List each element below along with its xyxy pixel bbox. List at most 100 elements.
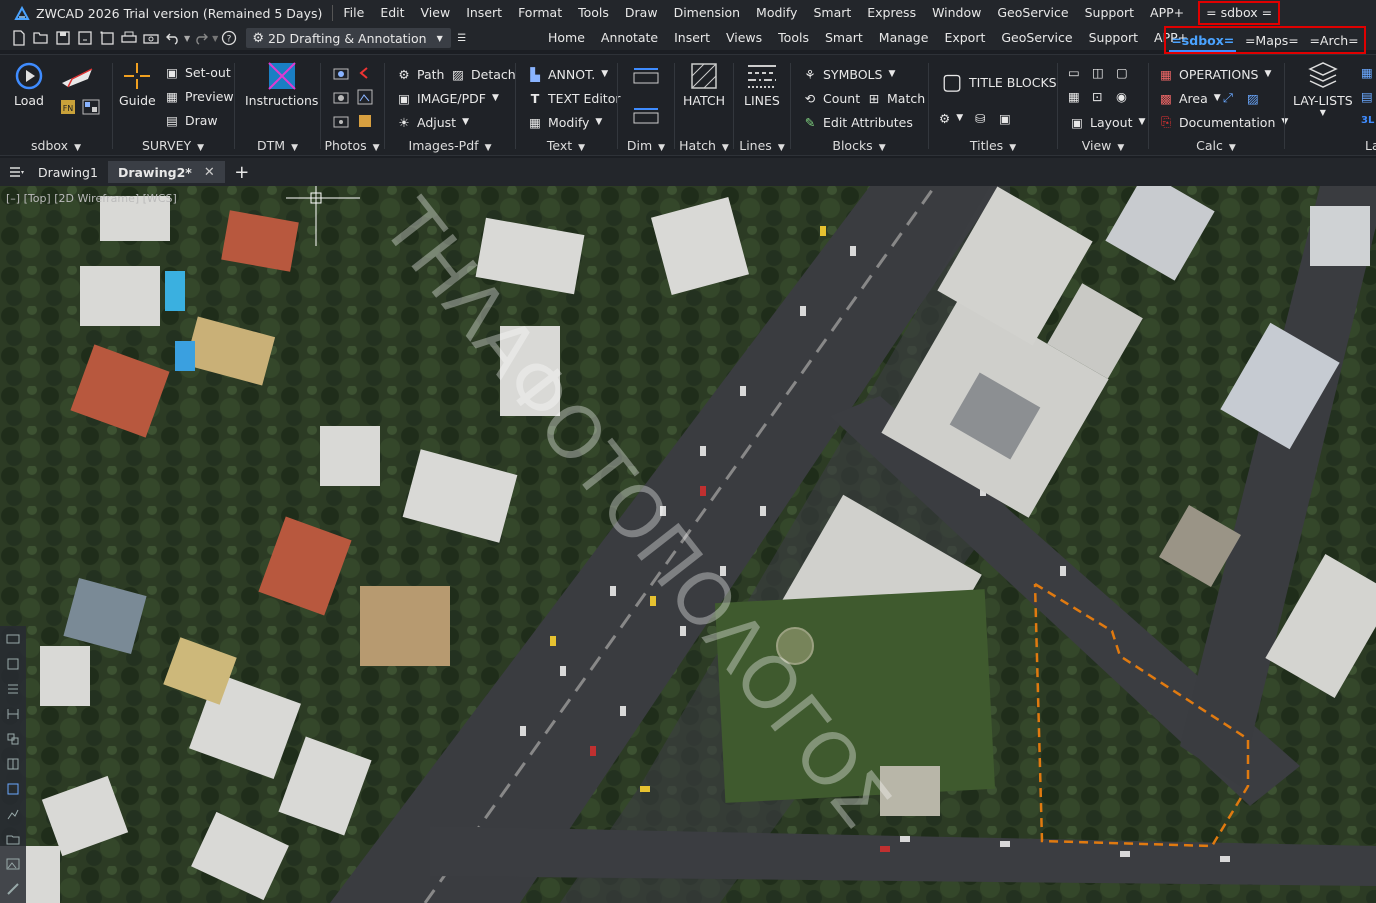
menu-format[interactable]: Format	[510, 0, 570, 26]
panel-title-dim[interactable]: Dim ▼	[618, 138, 674, 153]
view-color-icon[interactable]: ▦	[1068, 85, 1080, 107]
documentation-button[interactable]: ⎘Documentation▼	[1157, 111, 1288, 133]
text-editor-button[interactable]: T TEXT Editor	[526, 87, 621, 109]
question-circle-icon[interactable]: ?	[218, 27, 240, 49]
panel-title-calc[interactable]: Calc ▼	[1149, 138, 1283, 153]
menu-support[interactable]: Support	[1077, 0, 1142, 26]
workspace-select[interactable]: ⚙ 2D Drafting & Annotation ▼	[246, 28, 451, 48]
tab-list-menu-icon[interactable]	[6, 161, 28, 183]
count-button[interactable]: ⟲ Count	[801, 87, 860, 109]
menu-window[interactable]: Window	[924, 0, 989, 26]
symbols-button[interactable]: ⚘ SYMBOLS ▼	[801, 63, 895, 85]
layout-button[interactable]: ▣ Layout ▼	[1068, 111, 1145, 133]
layer-tool-icon[interactable]	[0, 626, 26, 651]
hatch-area-icon[interactable]: ▨	[1247, 87, 1259, 109]
panel-title-text[interactable]: Text ▼	[516, 138, 616, 153]
menu-edit[interactable]: Edit	[372, 0, 412, 26]
photo-arrow-icon[interactable]	[357, 65, 373, 81]
list-icon[interactable]	[0, 676, 26, 701]
doc-tab-drawing1[interactable]: Drawing1	[28, 161, 108, 183]
graph-icon[interactable]	[0, 801, 26, 826]
panel-title-lines[interactable]: Lines ▼	[734, 138, 790, 153]
lines-button[interactable]: LINES	[744, 61, 780, 108]
menu-smart[interactable]: Smart	[805, 0, 859, 26]
image-pdf-button[interactable]: ▣ IMAGE/PDF ▼	[395, 87, 499, 109]
layer-3d-icon[interactable]: 3L	[1361, 109, 1374, 131]
menu-dimension[interactable]: Dimension	[666, 0, 748, 26]
menu-sdbox[interactable]: = sdbox =	[1198, 1, 1281, 25]
open-folder-icon[interactable]	[30, 27, 52, 49]
measure-icon[interactable]: ⤢	[1223, 87, 1233, 109]
viewport-double-icon[interactable]: ◫	[1092, 61, 1104, 83]
menu-view[interactable]: View	[413, 0, 459, 26]
photo-frame-icon[interactable]	[357, 89, 373, 105]
folder-icon[interactable]	[0, 826, 26, 851]
menu-geoservice[interactable]: GeoService	[989, 0, 1076, 26]
viewport-frame-icon[interactable]: ▢	[1116, 61, 1128, 83]
load-button[interactable]: Load	[14, 61, 44, 108]
measure-icon[interactable]	[0, 876, 26, 901]
adjust-button[interactable]: ☀ Adjust ▼	[395, 111, 469, 133]
panel-title-blocks[interactable]: Blocks ▼	[791, 138, 927, 153]
layer-tool-icon[interactable]: ▦	[1361, 61, 1373, 83]
view-camera-icon[interactable]: ◉	[1116, 85, 1127, 107]
text-modify-button[interactable]: ▦ Modify ▼	[526, 111, 602, 133]
photo-export-icon[interactable]	[357, 113, 373, 129]
tab-smart[interactable]: Smart	[817, 26, 871, 50]
dimension-icon[interactable]	[0, 701, 26, 726]
drawing-viewport[interactable]: ΤΗΛΑΦΟΤΟΠΟΛΟΓΟΣ [–] [Top] [2D Wireframe]…	[0, 186, 1376, 903]
instructions-button[interactable]: Instructions	[245, 61, 318, 108]
setout-button[interactable]: ▣ Set-out	[163, 61, 231, 83]
tab-support[interactable]: Support	[1081, 26, 1146, 50]
guide-button[interactable]: Guide	[119, 61, 156, 108]
detach-button[interactable]: ▨ Detach	[449, 63, 516, 85]
menu-draw[interactable]: Draw	[617, 0, 666, 26]
title-blocks-button[interactable]: ▢ TITLE BLOCKS	[939, 70, 1057, 95]
annot-button[interactable]: ▙ ANNOT. ▼	[526, 63, 608, 85]
panel-title-view[interactable]: View ▼	[1058, 138, 1148, 153]
save-all-icon[interactable]	[96, 27, 118, 49]
properties-icon[interactable]	[0, 651, 26, 676]
layer-filter-icon[interactable]: ▤	[1361, 85, 1373, 107]
panel-title-titles[interactable]: Titles ▼	[929, 138, 1057, 153]
map-icon[interactable]	[0, 776, 26, 801]
camera-icon[interactable]	[333, 65, 349, 81]
hatch-button[interactable]: HATCH	[683, 61, 725, 108]
panel-title-survey[interactable]: SURVEY ▼	[113, 138, 233, 153]
camera-settings-icon[interactable]	[333, 113, 349, 129]
menu-modify[interactable]: Modify	[748, 0, 805, 26]
undo-icon[interactable]	[162, 27, 184, 49]
tab-tools[interactable]: Tools	[770, 26, 817, 50]
titles-settings-icon[interactable]: ⚙ ▼	[939, 107, 963, 129]
tab-geoservice[interactable]: GeoService	[993, 26, 1080, 50]
camera-list-icon[interactable]	[333, 89, 349, 105]
panel-title-images-pdf[interactable]: Images-Pdf ▼	[385, 138, 515, 153]
menu-express[interactable]: Express	[859, 0, 924, 26]
operations-button[interactable]: ▦ OPERATIONS ▼	[1157, 63, 1271, 85]
edit-attributes-button[interactable]: ✎ Edit Attributes	[801, 111, 913, 133]
tab-export[interactable]: Export	[936, 26, 993, 50]
plot-preview-icon[interactable]	[140, 27, 162, 49]
lay-lists-button[interactable]: LAY-LISTS ▼	[1293, 61, 1353, 117]
customize-qat-icon[interactable]: ☰	[451, 27, 473, 49]
tab-annotate[interactable]: Annotate	[593, 26, 666, 50]
tab-maps[interactable]: =Maps=	[1241, 33, 1303, 48]
tab-views[interactable]: Views	[718, 26, 770, 50]
sheet-icon[interactable]: ▣	[999, 107, 1011, 129]
dimension-aligned-icon[interactable]	[632, 103, 660, 127]
menu-insert[interactable]: Insert	[458, 0, 510, 26]
tab-home[interactable]: Home	[540, 26, 593, 50]
save-icon[interactable]	[52, 27, 74, 49]
image-icon[interactable]	[0, 851, 26, 876]
doc-tab-drawing2[interactable]: Drawing2* ✕	[107, 161, 225, 183]
menu-app-plus[interactable]: APP+	[1142, 0, 1192, 26]
airplane-icon[interactable]	[60, 65, 96, 91]
viewport-single-icon[interactable]: ▭	[1068, 61, 1080, 83]
dimension-linear-icon[interactable]	[632, 65, 660, 89]
area-button[interactable]: ▩ Area ▼	[1157, 87, 1221, 109]
tab-insert[interactable]: Insert	[666, 26, 718, 50]
save-as-icon[interactable]	[74, 27, 96, 49]
stamp-icon[interactable]: ⛁	[975, 107, 985, 129]
tab-arch[interactable]: =Arch=	[1305, 33, 1362, 48]
preview-button[interactable]: ▦ Preview	[163, 85, 234, 107]
